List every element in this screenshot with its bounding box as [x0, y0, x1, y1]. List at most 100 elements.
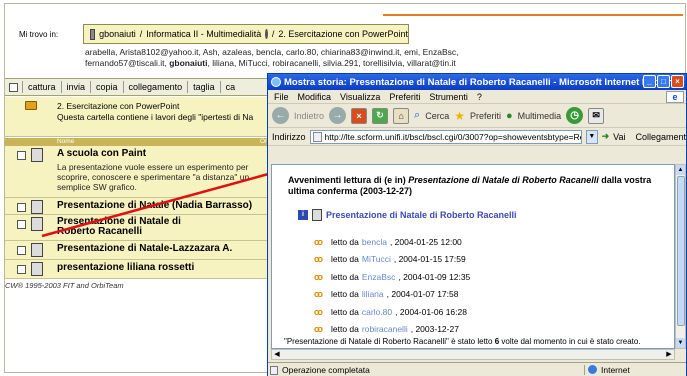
- document-icon: [31, 148, 43, 162]
- action-more[interactable]: ca: [225, 82, 237, 92]
- document-title-link[interactable]: Presentazione di Natale di Roberto Racan…: [326, 210, 517, 220]
- page-heading: Avvenimenti lettura di (e in) Presentazi…: [288, 175, 652, 196]
- search-button[interactable]: Cerca: [425, 111, 449, 121]
- reader-link[interactable]: EnzaBsc: [362, 272, 396, 282]
- folder-info: 2. Esercitazione con PowerPoint Questa c…: [5, 97, 275, 137]
- list-item: oo letto da carlo.80, 2004-01-06 16:28: [314, 306, 467, 317]
- list-item: presentazione liliana rossetti 7: [5, 260, 275, 279]
- document-link[interactable]: Presentazione di Natale-Lazzazara A.: [57, 243, 232, 254]
- document-description: La presentazione vuole essere un esperim…: [57, 162, 250, 192]
- windows-logo-icon: e: [666, 91, 684, 103]
- header-divider: [383, 14, 683, 16]
- go-arrow-icon[interactable]: ➜: [602, 131, 610, 142]
- status-bar: Operazione completata Internet: [268, 362, 686, 376]
- favorites-button[interactable]: Preferiti: [470, 111, 501, 121]
- reader-link[interactable]: liliana: [362, 289, 384, 299]
- action-taglia[interactable]: taglia: [192, 82, 216, 92]
- address-dropdown[interactable]: ▼: [586, 129, 598, 144]
- document-icon: [31, 217, 43, 231]
- select-all-checkbox[interactable]: [9, 82, 18, 92]
- history-icon[interactable]: ◷: [566, 107, 584, 124]
- home-icon[interactable]: ⌂: [393, 107, 410, 124]
- breadcrumb-item[interactable]: 2. Esercitazione con PowerPoint: [278, 29, 408, 39]
- ie-window: Mostra storia: Presentazione di Natale d…: [267, 73, 687, 376]
- horizontal-scrollbar[interactable]: ◀ ▶: [271, 349, 675, 360]
- portal-header: Mi trovo in: gbonaiuti / Informatica II …: [5, 4, 685, 74]
- menu-strumenti[interactable]: Strumenti: [429, 92, 468, 102]
- refresh-icon[interactable]: ↻: [372, 107, 389, 124]
- reader-link[interactable]: MiTucci: [362, 254, 391, 264]
- stop-icon[interactable]: ×: [351, 107, 368, 124]
- document-list: A scuola con Paint La presentazione vuol…: [5, 146, 275, 279]
- glasses-icon: oo: [314, 271, 323, 282]
- action-cattura[interactable]: cattura: [27, 82, 57, 92]
- row-checkbox[interactable]: [17, 220, 26, 229]
- window-title: Mostra storia: Presentazione di Natale d…: [284, 76, 679, 88]
- zone-text: Internet: [601, 364, 630, 375]
- info-icon[interactable]: i: [298, 210, 308, 220]
- column-name[interactable]: Nome: [57, 138, 74, 145]
- row-checkbox[interactable]: [17, 203, 26, 212]
- address-input[interactable]: http://lte.scform.unifi.it/bscl/bscl.cgi…: [309, 129, 583, 144]
- row-checkbox[interactable]: [17, 246, 26, 255]
- document-icon: [312, 209, 322, 221]
- reader-link[interactable]: bencla: [362, 237, 387, 247]
- menu-file[interactable]: File: [274, 92, 289, 102]
- scroll-up-icon[interactable]: ▲: [676, 165, 685, 175]
- scroll-down-icon[interactable]: ▼: [676, 338, 685, 348]
- action-invia[interactable]: invia: [66, 82, 87, 92]
- go-button[interactable]: Vai: [613, 132, 625, 142]
- scroll-left-icon[interactable]: ◀: [272, 350, 282, 359]
- page-icon: [270, 365, 278, 375]
- scroll-thumb[interactable]: [677, 176, 685, 326]
- row-checkbox[interactable]: [17, 151, 26, 160]
- action-toolbar: cattura invia copia collegamento taglia …: [5, 78, 275, 96]
- scroll-right-icon[interactable]: ▶: [664, 350, 674, 359]
- links-button[interactable]: Collegament: [635, 132, 686, 142]
- multimedia-button[interactable]: Multimedia: [518, 111, 562, 121]
- page-icon: [312, 131, 322, 142]
- address-bar: Indirizzo http://lte.scform.unifi.it/bsc…: [268, 128, 686, 146]
- forward-arrow-icon[interactable]: →: [329, 107, 347, 124]
- glasses-icon: oo: [314, 254, 323, 265]
- list-item: Presentazione di Natale di Roberto Racan…: [5, 215, 275, 241]
- page-content: Avvenimenti lettura di (e in) Presentazi…: [271, 164, 675, 349]
- document-link[interactable]: Presentazione di Natale (Nadia Barrasso): [57, 200, 252, 211]
- back-button[interactable]: Indietro: [294, 111, 324, 121]
- breadcrumb-user[interactable]: gbonaiuti: [99, 29, 136, 39]
- list-item: oo letto da EnzaBsc, 2004-01-09 12:35: [314, 271, 471, 282]
- location-label: Mi trovo in:: [19, 30, 59, 39]
- menu-help[interactable]: ?: [477, 92, 482, 102]
- list-item: oo letto da bencla, 2004-01-25 12:00: [314, 236, 462, 247]
- mail-icon[interactable]: ✉: [588, 107, 605, 124]
- breadcrumb-course[interactable]: Informatica II - Multimedialità: [146, 29, 261, 39]
- menu-preferiti[interactable]: Preferiti: [389, 92, 420, 102]
- document-link[interactable]: A scuola con Paint: [57, 148, 146, 159]
- reader-link[interactable]: carlo.80: [362, 307, 392, 317]
- ie-logo-icon: [271, 77, 281, 87]
- menu-bar: File Modifica Visualizza Preferiti Strum…: [268, 90, 686, 104]
- action-copia[interactable]: copia: [95, 82, 119, 92]
- action-collegamento[interactable]: collegamento: [128, 82, 184, 92]
- internet-zone-icon: [588, 364, 597, 374]
- status-text: Operazione completata: [282, 364, 370, 375]
- row-checkbox[interactable]: [17, 265, 26, 274]
- list-item: Presentazione di Natale (Nadia Barrasso)…: [5, 198, 275, 215]
- vertical-scrollbar[interactable]: ▲ ▼: [675, 164, 686, 349]
- menu-modifica[interactable]: Modifica: [298, 92, 332, 102]
- standard-toolbar: ← Indietro → × ↻ ⌂ ⌕ Cerca ★ Preferiti ●…: [268, 104, 686, 128]
- window-titlebar[interactable]: Mostra storia: Presentazione di Natale d…: [268, 74, 686, 90]
- read-summary: "Presentazione di Natale di Roberto Raca…: [284, 337, 641, 346]
- list-item: oo letto da MiTucci, 2004-01-15 17:59: [314, 254, 466, 265]
- document-icon: [31, 262, 43, 276]
- close-button[interactable]: ×: [671, 75, 684, 88]
- search-icon: ⌕: [414, 109, 421, 121]
- document-link[interactable]: Presentazione di Natale di Roberto Racan…: [57, 217, 207, 237]
- reader-link[interactable]: robiracanelli: [362, 324, 408, 334]
- document-link[interactable]: presentazione liliana rossetti: [57, 262, 194, 273]
- minimize-button[interactable]: _: [643, 75, 656, 88]
- back-arrow-icon[interactable]: ←: [272, 107, 289, 124]
- maximize-button[interactable]: □: [657, 75, 670, 88]
- read-events: oo letto da bencla, 2004-01-25 12:00 oo …: [314, 233, 470, 338]
- menu-visualizza[interactable]: Visualizza: [340, 92, 380, 102]
